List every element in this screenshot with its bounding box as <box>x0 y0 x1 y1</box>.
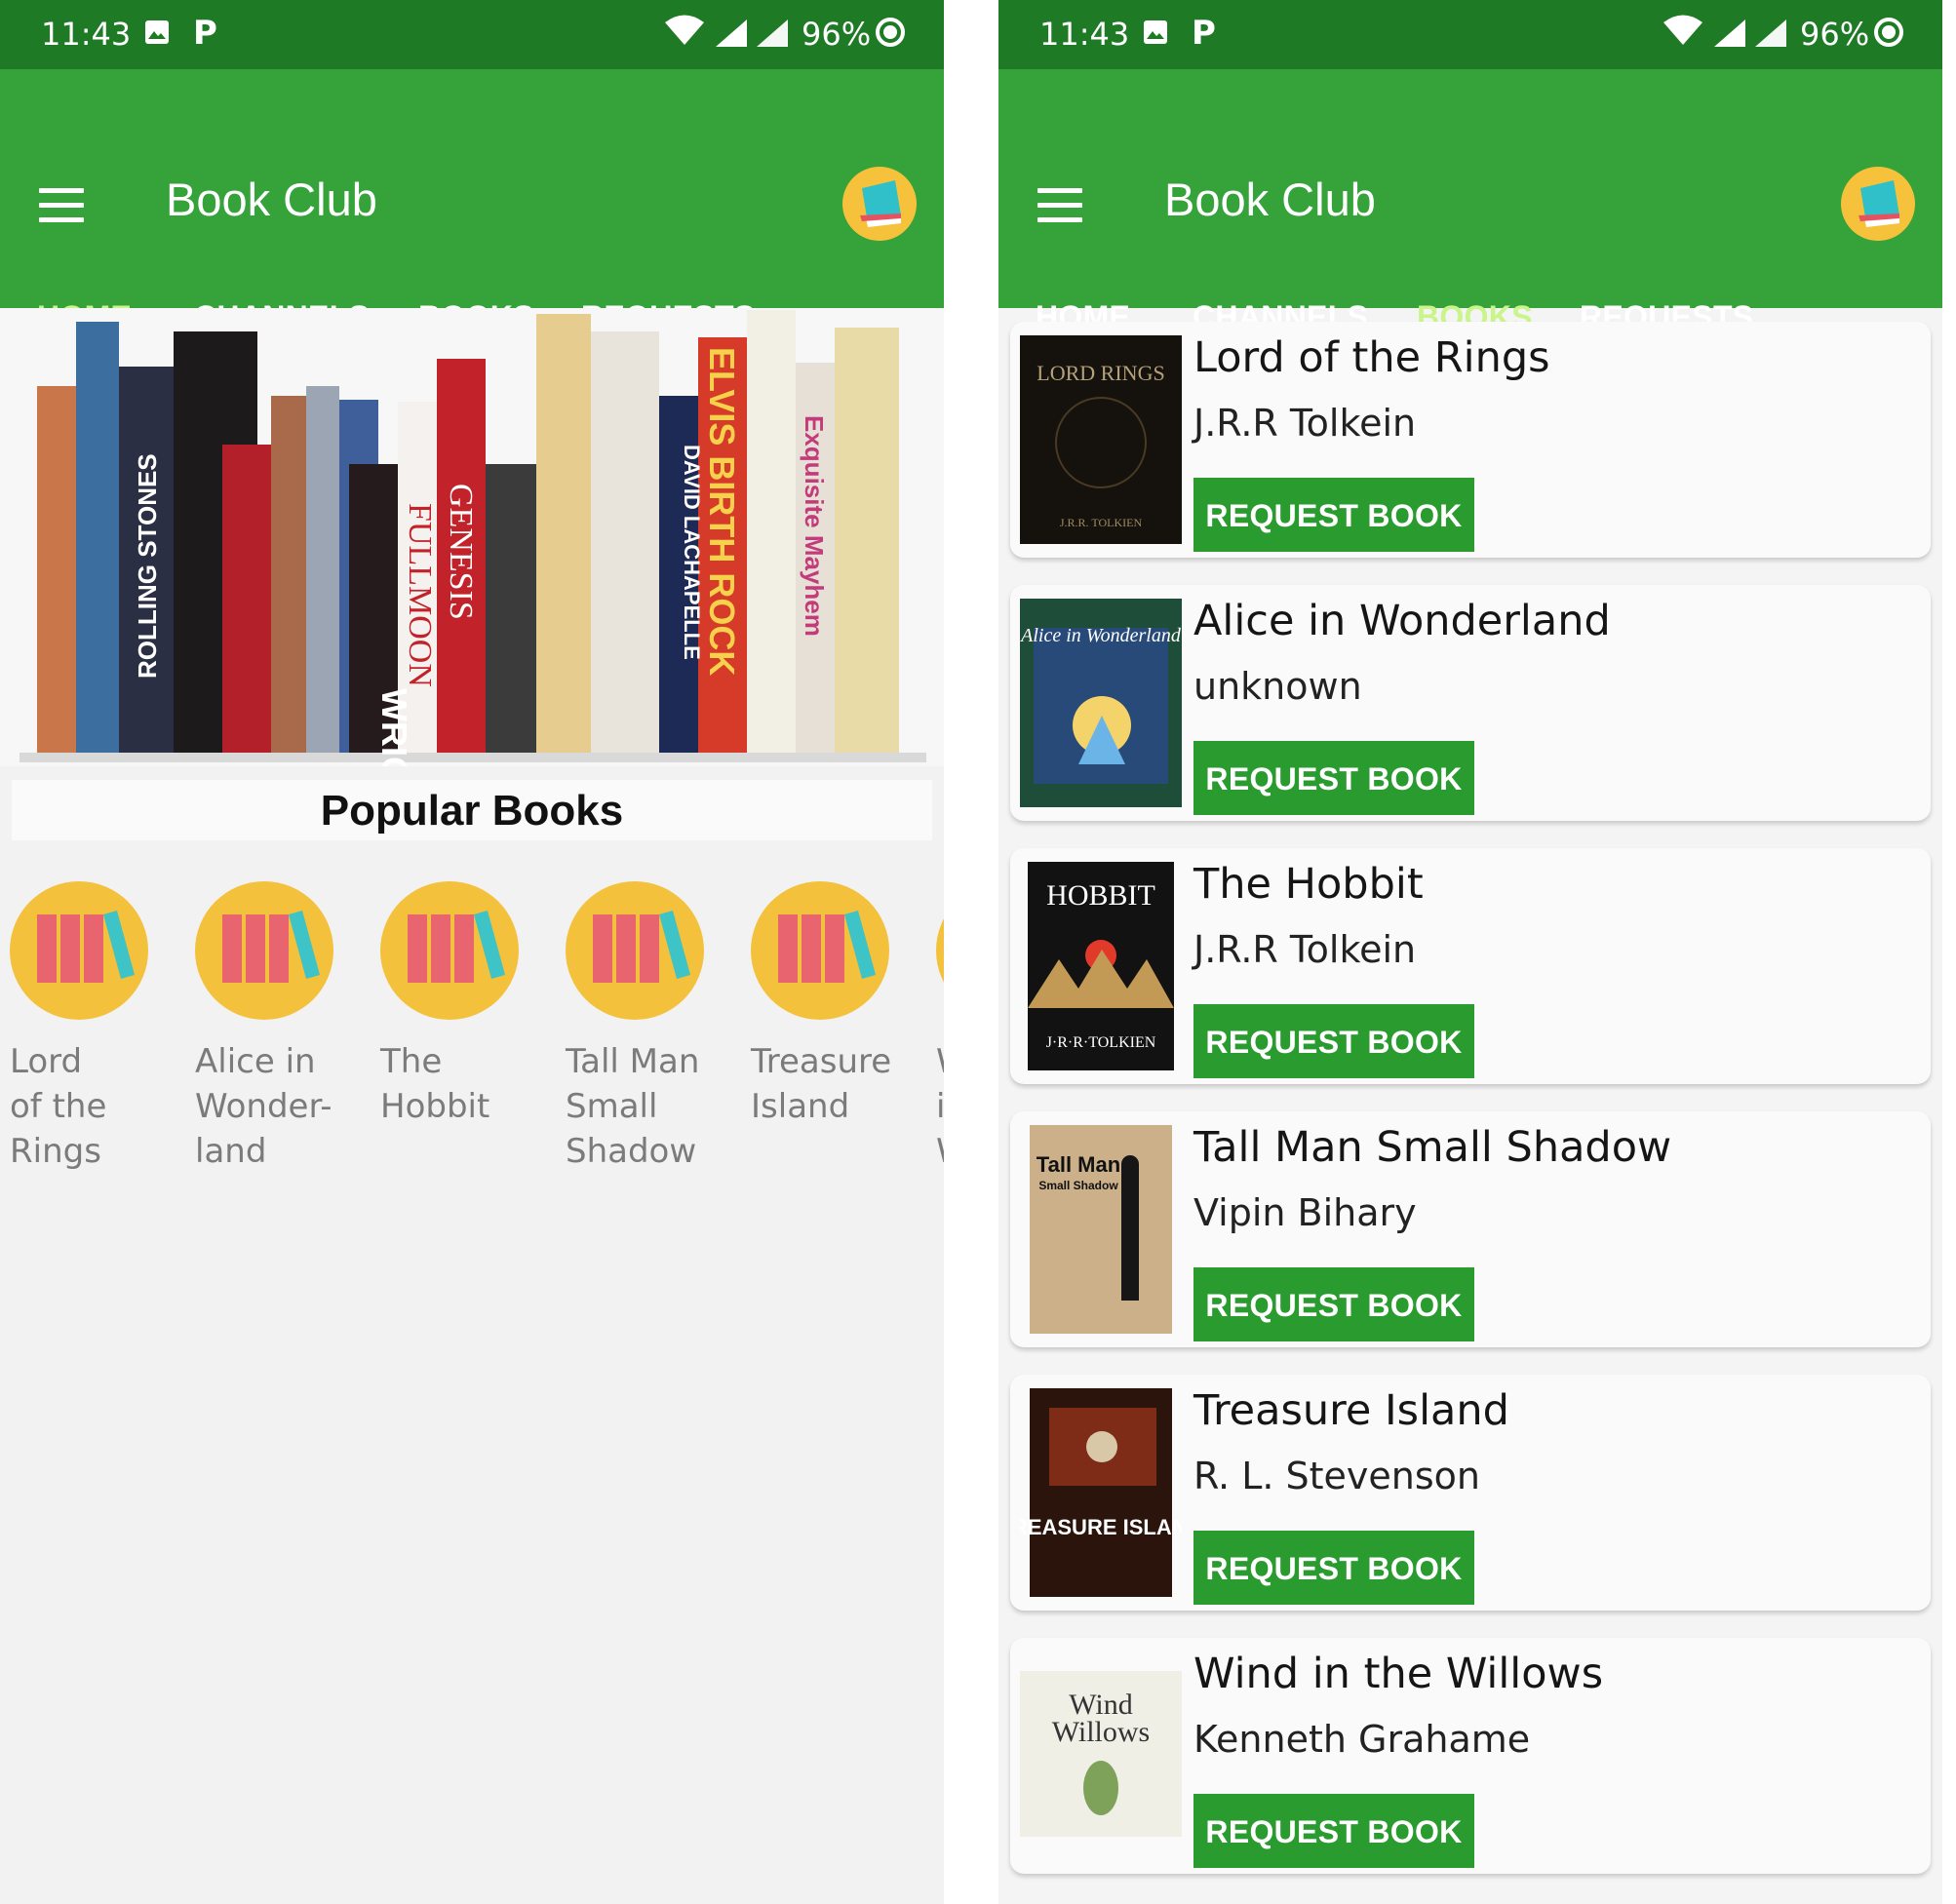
popular-book-label: Lord of the Rings <box>10 1042 107 1171</box>
book-stack-icon <box>195 881 333 1020</box>
book-title: Tall Man Small Shadow <box>1193 1123 1672 1172</box>
svg-text:Willows: Willows <box>1052 1716 1150 1748</box>
status-bar: 11:43 P 96% <box>0 0 944 69</box>
bookshelf-illustration: ROLLING STONES WRIGHT FULLMOON GENESIS D… <box>0 308 944 831</box>
book-title: Treasure Island <box>1193 1386 1509 1435</box>
status-time: 11:43 <box>41 16 132 53</box>
book-cover: LORD RINGS J.R.R. TOLKIEN <box>1020 335 1182 544</box>
book-cover: Alice in Wonderland <box>1020 599 1182 807</box>
svg-text:HOBBIT: HOBBIT <box>1046 879 1155 912</box>
bookshelf-banner: ROLLING STONES WRIGHT FULLMOON GENESIS D… <box>0 308 944 831</box>
popular-books-carousel[interactable]: Lord of the Rings Alice in Wonder- land … <box>0 881 944 1193</box>
menu-icon[interactable] <box>1037 188 1082 232</box>
request-book-button[interactable]: REQUEST BOOK <box>1193 1531 1474 1605</box>
svg-text:Alice in Wonderland: Alice in Wonderland <box>1020 625 1182 646</box>
book-cover: HOBBIT J·R·R·TOLKIEN <box>1020 862 1182 1070</box>
book-avatar-icon <box>1858 180 1899 227</box>
image-notification-icon <box>1144 20 1167 44</box>
popular-book-label: The Hobbit <box>380 1042 490 1126</box>
section-title: Popular Books <box>12 780 932 840</box>
data-saver-icon <box>1874 18 1903 47</box>
book-card[interactable]: HOBBIT J·R·R·TOLKIEN The Hobbit J.R.R Tol… <box>1010 848 1931 1084</box>
book-author: Vipin Bihary <box>1193 1191 1417 1234</box>
book-avatar-icon <box>860 180 901 227</box>
svg-text:Exquisite Mayhem: Exquisite Mayhem <box>800 415 829 637</box>
book-stack-icon <box>566 881 704 1020</box>
profile-avatar[interactable] <box>1841 167 1915 241</box>
status-bar: 11:43 P 96% <box>998 0 1942 69</box>
book-card[interactable]: TREASURE ISLAND Treasure Island R. L. St… <box>1010 1375 1931 1611</box>
book-card[interactable]: Alice in Wonderland Alice in Wonderland … <box>1010 585 1931 821</box>
book-title: Lord of the Rings <box>1193 333 1550 382</box>
status-time: 11:43 <box>1039 16 1130 53</box>
book-author: J.R.R Tolkein <box>1193 928 1417 971</box>
book-stack-icon <box>751 881 889 1020</box>
app-bar: Book Club HOME CHANNELS BOOKS REQUESTS <box>998 69 1942 376</box>
popular-book-label: Tall Man Small Shadow <box>566 1042 700 1171</box>
popular-book-item[interactable]: Tall Man Small Shadow <box>566 881 731 1174</box>
svg-text:WRIGHT: WRIGHT <box>374 688 414 766</box>
wifi-icon <box>1663 15 1702 45</box>
p-notification-icon: P <box>1192 14 1216 53</box>
svg-text:ROLLING STONES: ROLLING STONES <box>133 453 162 679</box>
wifi-icon <box>665 15 704 45</box>
svg-text:J.R.R. TOLKIEN: J.R.R. TOLKIEN <box>1060 516 1143 529</box>
book-card[interactable]: LORD RINGS J.R.R. TOLKIEN Lord of the Rin… <box>1010 322 1931 558</box>
svg-text:LORD RINGS: LORD RINGS <box>1037 361 1164 385</box>
svg-text:J·R·R·TOLKIEN: J·R·R·TOLKIEN <box>1046 1034 1156 1051</box>
popular-book-item[interactable]: W i W <box>936 881 944 1174</box>
request-book-button[interactable]: REQUEST BOOK <box>1193 1794 1474 1868</box>
request-book-button[interactable]: REQUEST BOOK <box>1193 1004 1474 1078</box>
svg-text:DAVID LACHAPELLE: DAVID LACHAPELLE <box>680 445 704 660</box>
popular-book-label: Alice in Wonder- land <box>195 1042 333 1171</box>
book-author: Kenneth Grahame <box>1193 1718 1531 1761</box>
book-stack-icon <box>936 881 944 1020</box>
signal-icon <box>1714 19 1745 47</box>
app-title: Book Club <box>166 174 377 225</box>
svg-text:GENESIS: GENESIS <box>443 484 479 620</box>
svg-text:ELVIS BIRTH ROCK: ELVIS BIRTH ROCK <box>702 347 742 676</box>
menu-icon[interactable] <box>39 188 84 232</box>
request-book-button[interactable]: REQUEST BOOK <box>1193 1267 1474 1341</box>
popular-book-label: W i W <box>936 1042 944 1171</box>
popular-book-item[interactable]: Lord of the Rings <box>10 881 176 1174</box>
book-cover: Tall Man Small Shadow <box>1020 1125 1182 1334</box>
signal-icon-2 <box>1755 19 1786 47</box>
book-title: Wind in the Willows <box>1193 1650 1604 1698</box>
book-author: R. L. Stevenson <box>1193 1455 1481 1497</box>
book-cover: Wind Willows <box>1020 1651 1182 1860</box>
book-card[interactable]: Wind Willows Wind in the Willows Kenneth … <box>1010 1638 1931 1874</box>
battery-percent: 96% <box>1800 16 1870 53</box>
book-author: J.R.R Tolkein <box>1193 402 1417 445</box>
books-screen: 11:43 P 96% Book Club HOME CHANNELS BOOK… <box>998 0 1942 1904</box>
app-title: Book Club <box>1164 174 1376 225</box>
svg-text:FULLMOON: FULLMOON <box>402 503 438 687</box>
svg-text:Tall Man: Tall Man <box>1037 1152 1120 1177</box>
p-notification-icon: P <box>193 14 217 53</box>
data-saver-icon <box>876 18 905 47</box>
profile-avatar[interactable] <box>842 167 917 241</box>
svg-text:Small Shadow: Small Shadow <box>1038 1179 1118 1192</box>
home-screen: 11:43 P 96% Book Club HOME CHANNELS BOOK… <box>0 0 944 1904</box>
image-notification-icon <box>145 20 169 44</box>
popular-book-item[interactable]: The Hobbit <box>380 881 546 1129</box>
battery-percent: 96% <box>802 16 872 53</box>
book-card[interactable]: Tall Man Small Shadow Tall Man Small Shad… <box>1010 1111 1931 1347</box>
signal-icon-2 <box>757 19 788 47</box>
signal-icon <box>716 19 747 47</box>
book-title: Alice in Wonderland <box>1193 597 1611 645</box>
book-cover: TREASURE ISLAND <box>1020 1388 1182 1597</box>
app-bar: Book Club HOME CHANNELS BOOKS REQUESTS <box>0 69 944 376</box>
popular-book-item[interactable]: Alice in Wonder- land <box>195 881 361 1174</box>
request-book-button[interactable]: REQUEST BOOK <box>1193 478 1474 552</box>
request-book-button[interactable]: REQUEST BOOK <box>1193 741 1474 815</box>
book-title: The Hobbit <box>1193 860 1424 909</box>
book-stack-icon <box>380 881 519 1020</box>
svg-text:TREASURE ISLAND: TREASURE ISLAND <box>1020 1515 1182 1539</box>
book-stack-icon <box>10 881 148 1020</box>
popular-book-item[interactable]: Treasure Island <box>751 881 917 1129</box>
popular-book-label: Treasure Island <box>751 1042 892 1126</box>
book-author: unknown <box>1193 665 1362 708</box>
